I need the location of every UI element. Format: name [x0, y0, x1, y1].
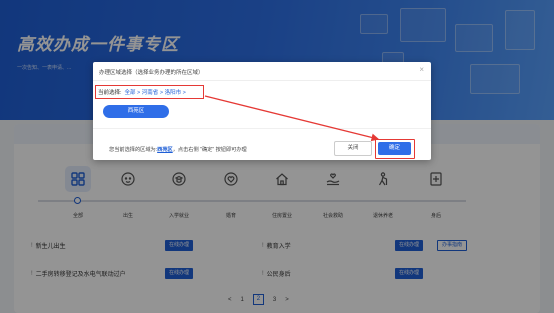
region-dialog: 办理区域选择（选择业务办理的所在区域） × 当前选择: 全部 > 河南省 > 洛…: [93, 62, 431, 160]
dialog-title: 办理区域选择（选择业务办理的所在区域）: [99, 70, 204, 76]
note-prefix: 您当前选择的区域为:: [109, 147, 158, 153]
close-button[interactable]: 关闭: [334, 141, 372, 156]
note-suffix: ，点击右侧 "确定" 按钮即可办理: [172, 147, 247, 153]
divider: [93, 128, 431, 129]
divider: [93, 80, 431, 81]
selection-label: 当前选择:: [98, 90, 122, 96]
note-region: 西苑区: [157, 147, 173, 153]
selection-breadcrumb[interactable]: 全部 > 河南省 > 洛阳市 >: [125, 88, 186, 96]
confirm-highlight: 确定: [375, 139, 415, 159]
current-selection: 当前选择: 全部 > 河南省 > 洛阳市 >: [95, 85, 204, 99]
close-icon[interactable]: ×: [419, 66, 424, 74]
confirm-button[interactable]: 确定: [378, 142, 411, 155]
selection-note: 您当前选择的区域为:西苑区，点击右侧 "确定" 按钮即可办理: [109, 146, 247, 153]
region-option-button[interactable]: 西苑区: [103, 105, 169, 118]
